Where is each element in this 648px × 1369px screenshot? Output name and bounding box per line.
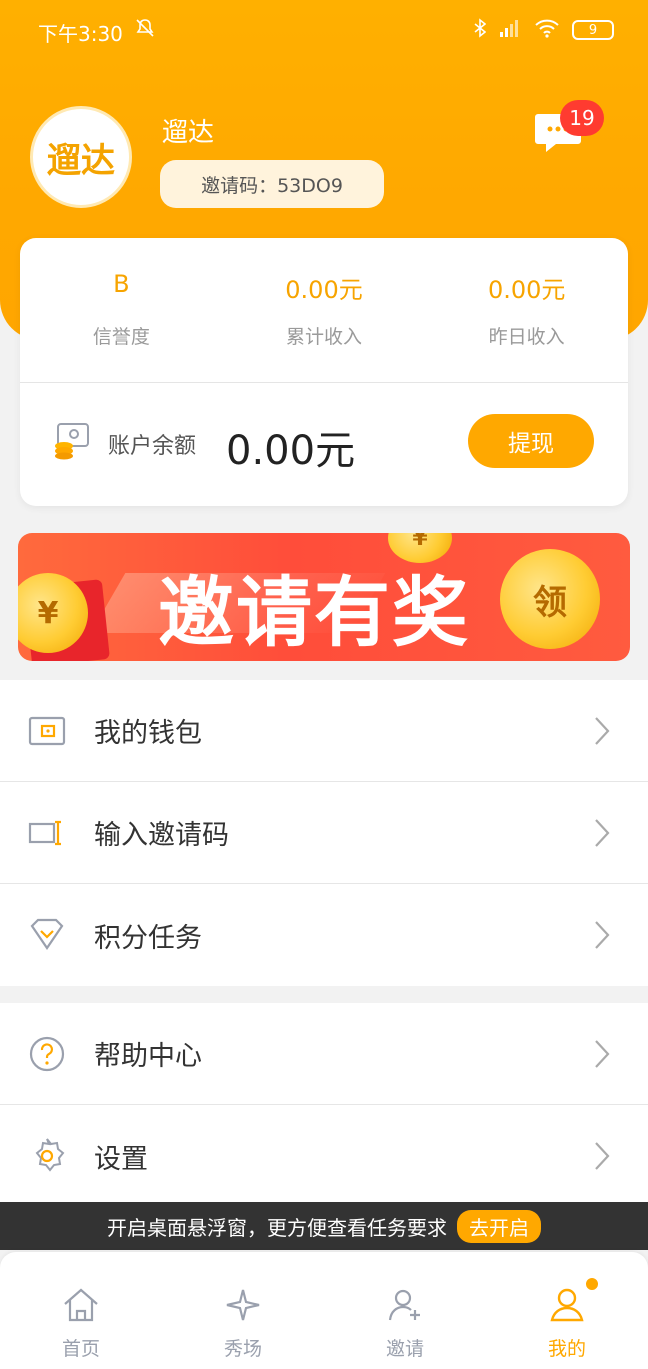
- tab-home[interactable]: 首页: [0, 1252, 162, 1369]
- menu-label: 输入邀请码: [94, 820, 229, 851]
- menu-label: 帮助中心: [94, 1041, 202, 1072]
- menu-label: 设置: [94, 1143, 148, 1175]
- stat-yesterday-income[interactable]: 0.00元 昨日收入: [425, 238, 628, 382]
- chevron-right-icon: [592, 1140, 612, 1172]
- tab-label: 首页: [61, 1338, 100, 1360]
- home-icon: [64, 1288, 98, 1322]
- stat-value: 0.00元: [285, 276, 363, 304]
- coins-icon: [52, 420, 92, 460]
- bottom-tab-bar: 首页 秀场 邀请 我的: [0, 1252, 648, 1369]
- stat-label: 累计收入: [286, 326, 363, 348]
- battery-icon: 9: [572, 20, 614, 40]
- menu-item-help-center[interactable]: 帮助中心: [0, 1003, 648, 1105]
- menu-group-secondary: 帮助中心 设置: [0, 1003, 648, 1207]
- menu-item-settings[interactable]: 设置: [0, 1105, 648, 1207]
- profile-icon: [550, 1288, 584, 1322]
- wallet-icon: [28, 712, 66, 750]
- invite-icon: [388, 1289, 420, 1321]
- star-icon: [226, 1289, 260, 1321]
- status-bar: 下午3:30 9: [0, 0, 648, 64]
- banner-title: 邀请有奖: [158, 568, 470, 657]
- account-card: B 信誉度 0.00元 累计收入 0.00元 昨日收入 账户余额 0.00元 提…: [20, 238, 628, 506]
- chevron-right-icon: [592, 919, 612, 951]
- chevron-right-icon: [592, 1038, 612, 1070]
- menu-item-wallet[interactable]: 我的钱包: [0, 680, 648, 782]
- menu-group-primary: 我的钱包 输入邀请码 积分任务: [0, 680, 648, 986]
- input-code-icon: [28, 814, 66, 852]
- menu-item-input-invite-code[interactable]: 输入邀请码: [0, 782, 648, 884]
- status-time: 下午3:30: [38, 22, 123, 46]
- mute-icon: [135, 18, 155, 43]
- menu-item-points-tasks[interactable]: 积分任务: [0, 884, 648, 986]
- system-status: 9: [474, 18, 614, 42]
- diamond-icon: [28, 916, 66, 954]
- floating-window-prompt: 开启桌面悬浮窗，更方便查看任务要求 去开启: [0, 1202, 648, 1250]
- claim-coin-icon: 领: [500, 549, 600, 649]
- prompt-text: 开启桌面悬浮窗，更方便查看任务要求: [107, 1215, 447, 1240]
- message-count-badge: 19: [560, 100, 604, 136]
- tab-showroom[interactable]: 秀场: [162, 1252, 324, 1369]
- tab-mine[interactable]: 我的: [486, 1252, 648, 1369]
- tab-label: 秀场: [223, 1338, 262, 1360]
- chevron-right-icon: [592, 817, 612, 849]
- chevron-right-icon: [592, 715, 612, 747]
- wifi-icon: [534, 18, 560, 42]
- enable-float-button[interactable]: 去开启: [457, 1209, 541, 1243]
- stat-label: 信誉度: [92, 326, 150, 348]
- bluetooth-icon: [474, 18, 487, 42]
- tab-invite[interactable]: 邀请: [324, 1252, 486, 1369]
- signal-icon: [498, 18, 522, 42]
- notification-dot: [584, 1276, 600, 1292]
- gear-icon: [28, 1137, 66, 1175]
- divider: [20, 382, 628, 383]
- tab-label: 邀请: [385, 1338, 424, 1360]
- help-icon: [28, 1035, 66, 1073]
- stats-row: B 信誉度 0.00元 累计收入 0.00元 昨日收入: [20, 238, 628, 382]
- invite-code-badge[interactable]: 邀请码：53DO9: [160, 160, 384, 208]
- balance-label: 账户余额: [108, 434, 197, 459]
- menu-label: 我的钱包: [94, 718, 202, 749]
- invite-reward-banner[interactable]: ¥ ¥ 邀请有奖 领: [18, 533, 630, 661]
- avatar[interactable]: 遛达: [30, 106, 132, 208]
- username: 遛达: [162, 118, 215, 148]
- stat-label: 昨日收入: [488, 326, 565, 348]
- stat-value: 0.00元: [487, 276, 566, 304]
- stat-credit[interactable]: B 信誉度: [20, 238, 223, 382]
- balance-value: 0.00元: [226, 428, 356, 474]
- stat-total-income[interactable]: 0.00元 累计收入: [223, 238, 426, 382]
- menu-label: 积分任务: [94, 922, 202, 954]
- tab-label: 我的: [547, 1338, 586, 1360]
- withdraw-button[interactable]: 提现: [468, 414, 594, 468]
- stat-value: B: [113, 270, 130, 298]
